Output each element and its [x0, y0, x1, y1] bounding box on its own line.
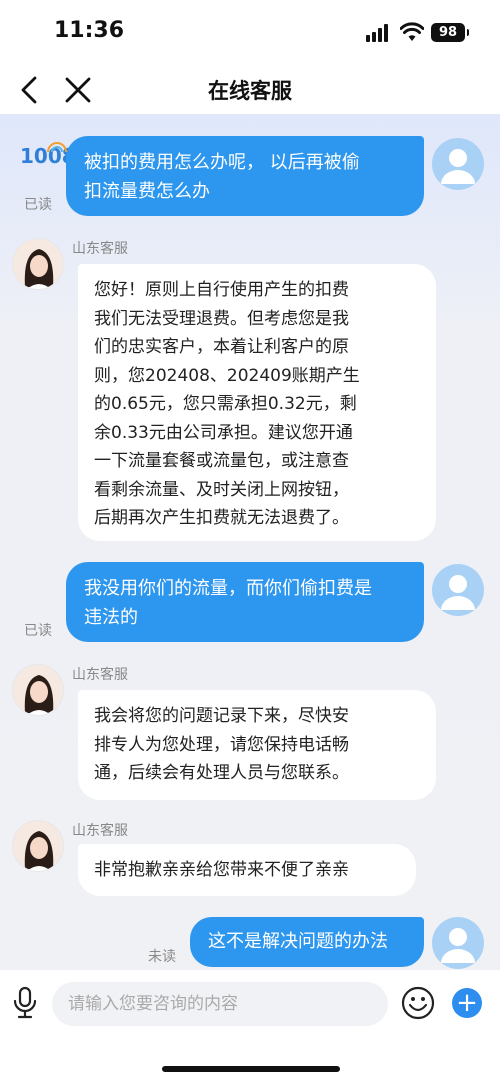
message-line: 违法的 [84, 607, 138, 628]
chat-area[interactable]: 1008 被扣的费用怎么办呢， 以后再被偷 扣流量费怎么办 已读 山东客服 您好… [0, 114, 500, 970]
message-bubble-outgoing: 被扣的费用怎么办呢， 以后再被偷 扣流量费怎么办 [66, 136, 424, 216]
message-bubble-outgoing: 这不是解决问题的办法 [190, 917, 424, 967]
brand-logo-icon [47, 142, 67, 153]
message-line: 余0.33元由公司承担。建议您开通 [94, 422, 353, 443]
message-bubble-outgoing: 我没用你们的流量，而你们偷扣费是 违法的 [66, 562, 424, 642]
home-indicator [162, 1066, 340, 1072]
sender-name: 山东客服 [72, 667, 128, 683]
message-bubble-incoming: 您好！原则上自行使用产生的扣费 我们无法受理退费。但考虑您是我 们的忠实客户，本… [78, 264, 436, 541]
read-status: 已读 [24, 197, 52, 213]
mic-icon[interactable] [10, 986, 40, 1020]
nav-bar: 在线客服 [0, 66, 500, 114]
emoji-icon[interactable] [401, 986, 435, 1020]
agent-avatar [12, 238, 64, 290]
plus-icon[interactable]: + [452, 988, 482, 1018]
battery-icon: 98 [431, 23, 469, 42]
user-avatar [432, 564, 484, 616]
sender-name: 山东客服 [72, 823, 128, 839]
signal-icon [366, 24, 392, 42]
message-line: 被扣的费用怎么办呢， 以后再被偷 [84, 152, 360, 173]
message-line: 我没用你们的流量，而你们偷扣费是 [84, 578, 372, 599]
agent-avatar [12, 664, 64, 716]
message-line: 后期再次产生扣费就无法退费了。 [94, 508, 349, 528]
message-line: 一下流量套餐或流量包，或注意查 [94, 451, 349, 471]
message-line: 排专人为您处理，请您保持电话畅 [94, 734, 349, 755]
read-status: 已读 [24, 623, 52, 639]
status-time: 11:36 [54, 18, 125, 43]
read-status: 未读 [148, 949, 176, 965]
agent-avatar [12, 820, 64, 872]
message-line: 这不是解决问题的办法 [208, 931, 388, 952]
wifi-icon [400, 22, 424, 41]
message-line: 看剩余流量、及时关闭上网按钮， [94, 479, 349, 500]
message-line: 则，您202408、202409账期产生 [94, 365, 360, 386]
message-input[interactable] [52, 982, 388, 1026]
input-bar: + [0, 970, 500, 1082]
message-bubble-incoming: 非常抱歉亲亲给您带来不便了亲亲 [78, 844, 416, 896]
message-line: 们的忠实客户，本着让利客户的原 [94, 337, 349, 357]
message-line: 的0.65元，您只需承担0.32元，剩 [94, 394, 357, 414]
page-title: 在线客服 [208, 79, 292, 103]
message-line: 非常抱歉亲亲给您带来不便了亲亲 [94, 860, 349, 880]
message-line: 您好！原则上自行使用产生的扣费 [94, 280, 349, 300]
sender-name: 山东客服 [72, 241, 128, 257]
message-line: 扣流量费怎么办 [84, 181, 210, 202]
message-line: 通，后续会有处理人员与您联系。 [94, 763, 349, 783]
status-bar: 11:36 98 [0, 0, 500, 66]
user-avatar [432, 138, 484, 190]
user-avatar [432, 917, 484, 969]
message-line: 我会将您的问题记录下来，尽快安 [94, 706, 349, 726]
message-line: 我们无法受理退费。但考虑您是我 [94, 308, 349, 329]
message-bubble-incoming: 我会将您的问题记录下来，尽快安 排专人为您处理，请您保持电话畅 通，后续会有处理… [78, 690, 436, 800]
